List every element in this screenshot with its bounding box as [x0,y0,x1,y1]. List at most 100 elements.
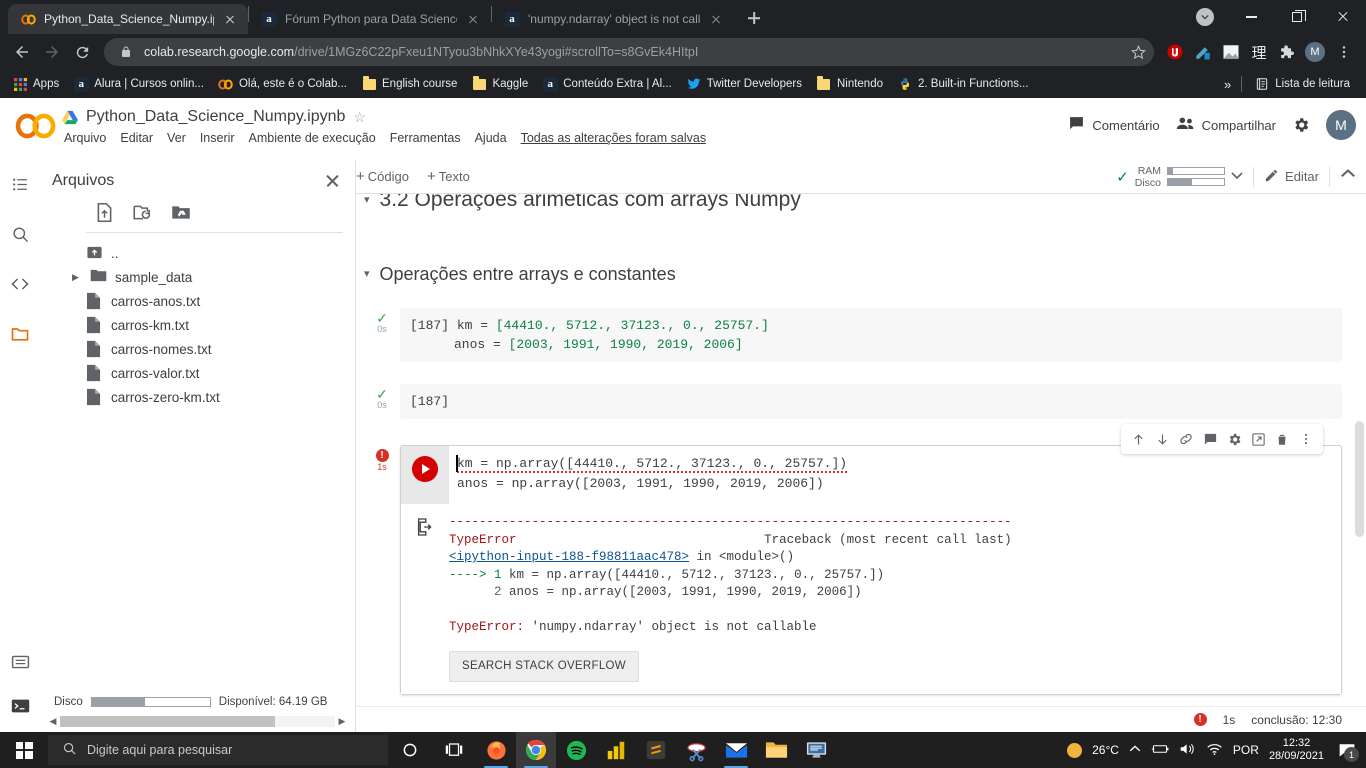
refresh-folder-icon[interactable] [132,202,154,224]
windows-start-icon[interactable] [0,732,48,768]
cell-source[interactable]: [187] km = [44410., 5712., 37123., 0., 2… [400,308,1342,362]
code-editor[interactable]: km = np.array([44410., 5712., 37123., 0.… [449,446,1341,504]
kanji-extension-icon[interactable]: 理 [1246,39,1272,65]
command-palette-icon[interactable] [8,650,32,674]
list-item[interactable]: ▶ sample_data [40,265,355,289]
reload-icon[interactable] [68,38,96,66]
language-indicator[interactable]: POR [1233,743,1259,757]
list-item[interactable]: carros-km.txt [40,313,355,337]
cortana-icon[interactable] [388,732,432,768]
code-cell[interactable]: ✓ 0s [187] km = [44410., 5712., 37123., … [364,308,1342,362]
scroll-left-arrow-icon[interactable]: ◀ [48,716,58,727]
address-bar[interactable]: colab.research.google.com/drive/1MGz6C22… [104,38,1154,66]
bookmark-apps[interactable]: Apps [6,73,65,95]
browser-tab-active[interactable]: Python_Data_Science_Numpy.ipy [8,4,248,34]
bookmark-builtin-functions[interactable]: 2. Built-in Functions... [891,73,1035,95]
menu-ver[interactable]: Ver [167,131,186,145]
bookmark-conteudo-extra[interactable]: a Conteúdo Extra | Al... [536,73,677,95]
bookmark-english-course[interactable]: English course [355,73,463,95]
taskbar-app-snipping-tool[interactable] [676,732,716,768]
shield-extension-icon[interactable] [1162,39,1188,65]
menu-ferramentas[interactable]: Ferramentas [390,131,461,145]
taskbar-app-file-explorer[interactable] [756,732,796,768]
menu-arquivo[interactable]: Arquivo [64,131,106,145]
cell-source[interactable]: [187] [400,384,1342,419]
edit-button[interactable]: Editar [1264,168,1319,186]
taskbar-app-mail[interactable] [716,732,756,768]
scrollbar-thumb[interactable] [60,715,275,727]
menu-ajuda[interactable]: Ajuda [475,131,507,145]
save-status[interactable]: Todas as alterações foram salvas [521,131,707,145]
avatar[interactable]: M [1302,39,1328,65]
wifi-icon[interactable] [1206,742,1223,759]
comment-button[interactable]: Comentário [1068,115,1160,135]
bookmark-nintendo[interactable]: Nintendo [810,73,889,95]
browser-tab-3[interactable]: a 'numpy.ndarray' object is not call [492,4,734,34]
clock[interactable]: 12:32 28/09/2021 [1269,737,1324,763]
list-item[interactable]: .. [40,241,355,265]
browser-tab-2[interactable]: a Fórum Python para Data Science [249,4,491,34]
collapse-caret-icon[interactable]: ▾ [364,194,370,212]
taskbar-app-firefox[interactable] [476,732,516,768]
scroll-right-arrow-icon[interactable]: ▶ [337,716,347,727]
list-item[interactable]: carros-valor.txt [40,361,355,385]
volume-icon[interactable] [1179,742,1196,759]
terminal-icon[interactable] [8,694,32,718]
scrollbar-thumb[interactable] [1355,420,1364,538]
forward-arrow-icon[interactable] [38,38,66,66]
weather-temperature[interactable]: 26°C [1092,743,1119,757]
notebook-scrollbar[interactable] [1355,198,1364,728]
bookmark-twitter-developers[interactable]: Twitter Developers [680,73,808,95]
menu-inserir[interactable]: Inserir [200,131,235,145]
table-of-contents-icon[interactable] [8,172,32,196]
task-view-icon[interactable] [432,732,476,768]
bookmark-alura[interactable]: a Alura | Cursos onlin... [67,73,210,95]
three-dot-menu-icon[interactable] [1330,38,1358,66]
files-horizontal-scrollbar[interactable]: ◀ ▶ [48,714,347,728]
menu-editar[interactable]: Editar [120,131,153,145]
bookmark-kaggle[interactable]: Kaggle [465,73,534,95]
add-text-cell-button[interactable]: + Texto [427,168,470,185]
puzzle-extension-icon[interactable] [1274,39,1300,65]
minimize-icon[interactable] [1228,0,1274,34]
chevron-up-icon[interactable] [1340,166,1356,187]
collapse-caret-icon[interactable]: ▾ [364,262,370,286]
page-title[interactable]: Python_Data_Science_Numpy.ipynb [86,108,345,126]
taskbar-app-chrome[interactable] [516,732,556,768]
battery-icon[interactable] [1151,742,1169,759]
close-icon[interactable] [465,11,481,27]
code-snippets-icon[interactable] [8,272,32,296]
mount-drive-icon[interactable] [170,202,192,224]
traceback-frame-link[interactable]: <ipython-input-188-f98811aac478> [449,550,689,564]
list-item[interactable]: carros-zero-km.txt [40,385,355,409]
bookmarks-overflow-button[interactable]: » [1220,77,1235,92]
close-icon[interactable] [222,11,238,27]
star-icon[interactable] [1128,42,1148,62]
profile-chip[interactable] [1182,0,1228,34]
resource-usage-indicator[interactable]: ✓ RAM Disco [1116,165,1243,189]
add-code-cell-button[interactable]: + Código [356,168,409,185]
avatar[interactable]: M [1326,110,1356,140]
taskbar-app-sublime-text[interactable] [636,732,676,768]
colab-logo[interactable] [10,104,62,148]
back-arrow-icon[interactable] [8,38,36,66]
notebook-content[interactable]: ▾ 3.2 Operações arimeticas com arrays Nu… [356,194,1366,732]
notification-center-button[interactable]: 1 [1334,732,1360,768]
reading-list-button[interactable]: Lista de leitura [1248,73,1356,95]
code-cell[interactable]: ✓ 0s [187] [364,384,1342,419]
close-icon[interactable] [708,11,724,27]
taskbar-app-power-bi[interactable] [596,732,636,768]
upload-file-icon[interactable] [94,202,116,224]
list-item[interactable]: carros-nomes.txt [40,337,355,361]
files-folder-icon[interactable] [8,322,32,346]
taskbar-app-spotify[interactable] [556,732,596,768]
scrollbar-track[interactable] [60,715,335,727]
new-tab-button[interactable] [740,4,768,32]
taskbar-app-remote-desktop[interactable] [796,732,836,768]
run-cell-button[interactable] [412,456,438,482]
chevron-right-icon[interactable]: ▶ [72,272,82,283]
maximize-icon[interactable] [1274,0,1320,34]
chevron-up-icon[interactable] [1129,743,1141,758]
chevron-down-icon[interactable] [1231,168,1243,186]
code-cell-focused[interactable]: ! 1s km = np.array([44410., 5712., 37123… [364,424,1342,695]
